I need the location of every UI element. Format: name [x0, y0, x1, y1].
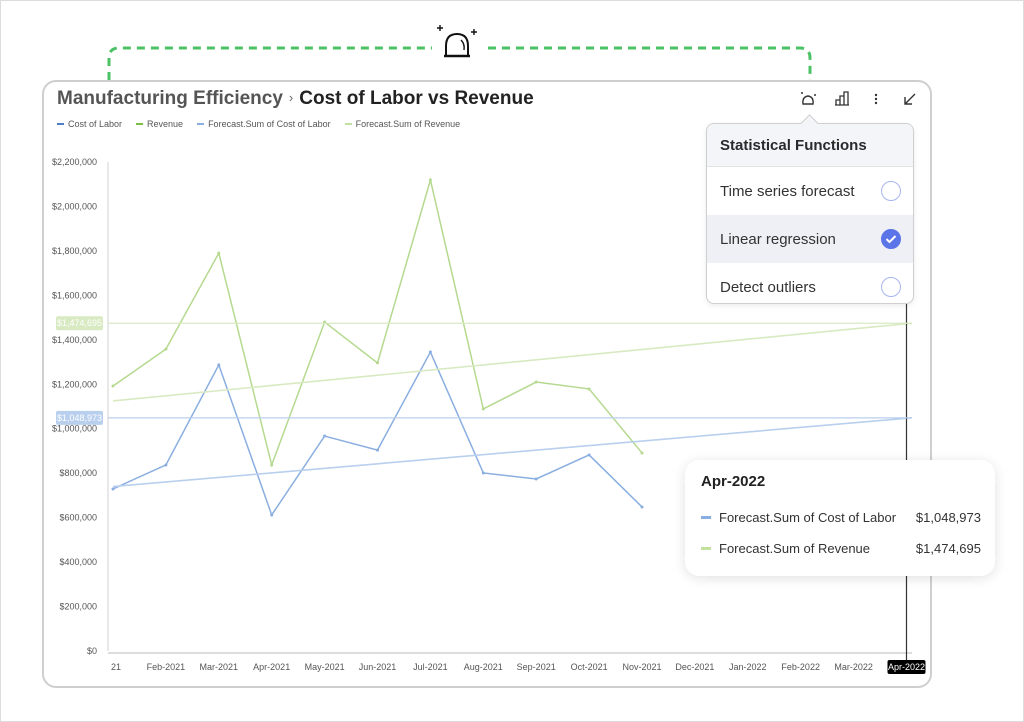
checkmark-icon — [885, 235, 897, 244]
data-point-revenue — [640, 451, 644, 455]
tooltip-title: Apr-2022 — [701, 473, 766, 490]
menu-item-label: Detect outliers — [720, 278, 816, 296]
y-tick-label: $2,200,000 — [52, 157, 97, 167]
tooltip-row-forecast-cost: Forecast.Sum of Cost of Labor $1,048,973 — [701, 510, 981, 525]
menu-item-time-series-forecast[interactable]: Time series forecast — [707, 167, 913, 215]
data-point-revenue — [270, 463, 274, 467]
y-tick-label: $1,800,000 — [52, 246, 97, 256]
data-point-cost — [270, 513, 274, 517]
data-point-revenue — [217, 251, 221, 255]
y-tick-label: $2,000,000 — [52, 201, 97, 211]
data-point-cost — [587, 453, 591, 457]
data-point-revenue — [587, 387, 591, 391]
x-tick-label: Jul-2021 — [413, 662, 448, 672]
y-axis: $0 $200,000 $400,000 $600,000 $800,000 $1,000… — [52, 157, 109, 656]
series-line-revenue — [112, 177, 643, 468]
data-point-cost — [376, 448, 379, 452]
line-chart: $0 $200,000 $400,000 $600,000 $800,000 $1,000… — [52, 157, 926, 674]
data-point-cost — [534, 477, 538, 481]
tooltip-row-forecast-revenue: Forecast.Sum of Revenue $1,474,695 — [701, 541, 981, 556]
x-tick-label: Aug-2021 — [464, 662, 503, 672]
data-point-revenue — [428, 178, 432, 182]
radio-checked-icon[interactable] — [881, 229, 901, 249]
tooltip-label: Forecast.Sum of Revenue — [719, 541, 871, 556]
y-tick-label: $1,000,000 — [52, 424, 97, 434]
x-tick-label: Feb-2022 — [781, 662, 820, 672]
statistical-functions-menu: Statistical Functions Time series foreca… — [706, 114, 914, 304]
menu-item-label: Time series forecast — [720, 182, 855, 200]
y-tick-label: $200,000 — [59, 602, 97, 612]
trend-line-forecast_revenue — [112, 322, 913, 402]
data-point-cost — [164, 463, 168, 467]
tooltip-value: $1,474,695 — [915, 541, 981, 556]
data-point-revenue — [111, 384, 115, 388]
data-point-cost — [217, 363, 221, 367]
x-tick-label: Mar-2022 — [834, 662, 873, 672]
data-point-cost — [111, 487, 115, 491]
x-tick-label-highlighted: Apr-2022 — [888, 662, 925, 672]
x-tick-label: Jan-2022 — [729, 662, 767, 672]
reference-label: $1,048,973 — [57, 413, 102, 423]
menu-item-detect-outliers[interactable]: Detect outliers — [707, 263, 913, 311]
x-tick-label: Nov-2021 — [622, 662, 661, 672]
x-tick-label: Jun-2021 — [359, 662, 397, 672]
menu-item-linear-regression[interactable]: Linear regression — [707, 215, 913, 263]
menu-item-label: Linear regression — [720, 230, 836, 248]
x-tick-label: Mar-2021 — [200, 662, 239, 672]
y-tick-label: $1,600,000 — [52, 290, 97, 300]
data-point-revenue — [164, 347, 168, 351]
x-axis: 21 Feb-2021 Mar-2021 Apr-2021 May-2021 Jun-20… — [108, 652, 926, 674]
data-point-cost — [640, 505, 644, 509]
data-point-revenue — [534, 380, 538, 384]
y-tick-label: $0 — [87, 646, 97, 656]
x-tick-label: May-2021 — [305, 662, 345, 672]
data-point-cost — [323, 434, 327, 438]
y-tick-label: $600,000 — [59, 513, 97, 523]
data-point-revenue — [376, 361, 379, 365]
radio-unchecked-icon[interactable] — [881, 181, 901, 201]
reference-label: $1,474,695 — [57, 318, 102, 328]
data-point-revenue — [481, 407, 485, 411]
tooltip-swatch — [701, 547, 711, 550]
y-tick-label: $400,000 — [59, 557, 97, 567]
data-point-cost — [481, 471, 485, 475]
y-tick-label: $1,400,000 — [52, 335, 97, 345]
x-tick-label: Apr-2021 — [253, 662, 290, 672]
x-tick-label: Dec-2021 — [675, 662, 714, 672]
radio-unchecked-icon[interactable] — [881, 277, 901, 297]
y-tick-label: $800,000 — [59, 468, 97, 478]
x-tick-label: 21 — [111, 662, 121, 672]
y-tick-label: $1,200,000 — [52, 379, 97, 389]
x-tick-label: Feb-2021 — [147, 662, 186, 672]
tooltip-label: Forecast.Sum of Cost of Labor — [719, 510, 897, 525]
tooltip-swatch — [701, 516, 711, 519]
x-tick-label: Oct-2021 — [571, 662, 608, 672]
tooltip-value: $1,048,973 — [915, 510, 981, 525]
series-line-cost — [112, 350, 643, 517]
data-point-cost — [428, 350, 432, 354]
data-tooltip: Apr-2022 Forecast.Sum of Cost of Labor $… — [685, 460, 995, 576]
x-tick-label: Sep-2021 — [517, 662, 556, 672]
